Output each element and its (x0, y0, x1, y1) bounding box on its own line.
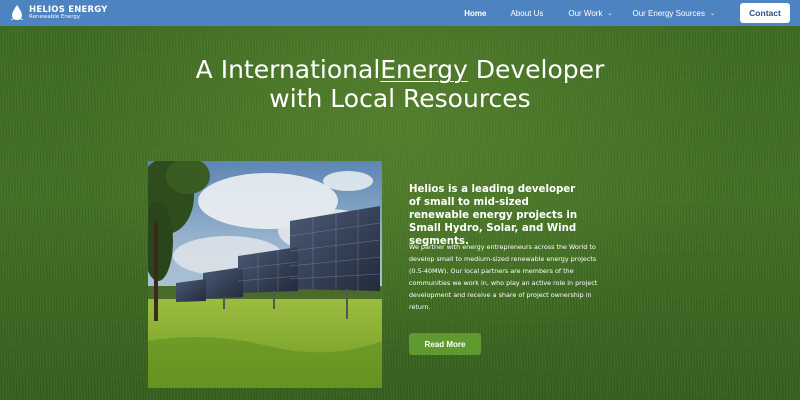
site-header: HELIOS ENERGY Renewable Energy Home Abou… (0, 0, 800, 26)
chevron-down-icon: ⌄ (607, 10, 613, 17)
hero-title-line2: with Local Resources (269, 84, 531, 113)
nav-our-energy-sources[interactable]: Our Energy Sources ⌄ (632, 9, 715, 18)
brand-logo-link[interactable]: HELIOS ENERGY Renewable Energy (10, 4, 150, 22)
intro-heading: Helios is a leading developer of small t… (409, 184, 578, 247)
brand-tagline: Renewable Energy (29, 14, 81, 20)
nav-our-energy-sources-label: Our Energy Sources (632, 8, 705, 18)
chevron-down-icon: ⌄ (709, 10, 715, 17)
main-nav: Home About Us Our Work ⌄ Our Energy Sour… (464, 3, 800, 23)
hero-title-highlight: Energy (380, 55, 468, 84)
nav-home[interactable]: Home (464, 9, 486, 18)
contact-button[interactable]: Contact (740, 3, 790, 23)
nav-about-us[interactable]: About Us (510, 9, 543, 18)
nav-our-work-label: Our Work (568, 8, 603, 18)
brand-name: HELIOS ENERGY (29, 4, 108, 15)
nav-our-work[interactable]: Our Work ⌄ (568, 9, 612, 18)
hero-title: A InternationalEnergy Developer with Loc… (0, 55, 800, 113)
body-paragraph: We partner with energy entrepreneurs acr… (409, 243, 598, 312)
hero-title-part1: A International (195, 55, 381, 84)
water-drop-icon (10, 4, 24, 22)
solar-panels-photo (148, 161, 382, 388)
read-more-button[interactable]: Read More (409, 333, 481, 355)
hero-title-part2: Developer (467, 55, 605, 84)
